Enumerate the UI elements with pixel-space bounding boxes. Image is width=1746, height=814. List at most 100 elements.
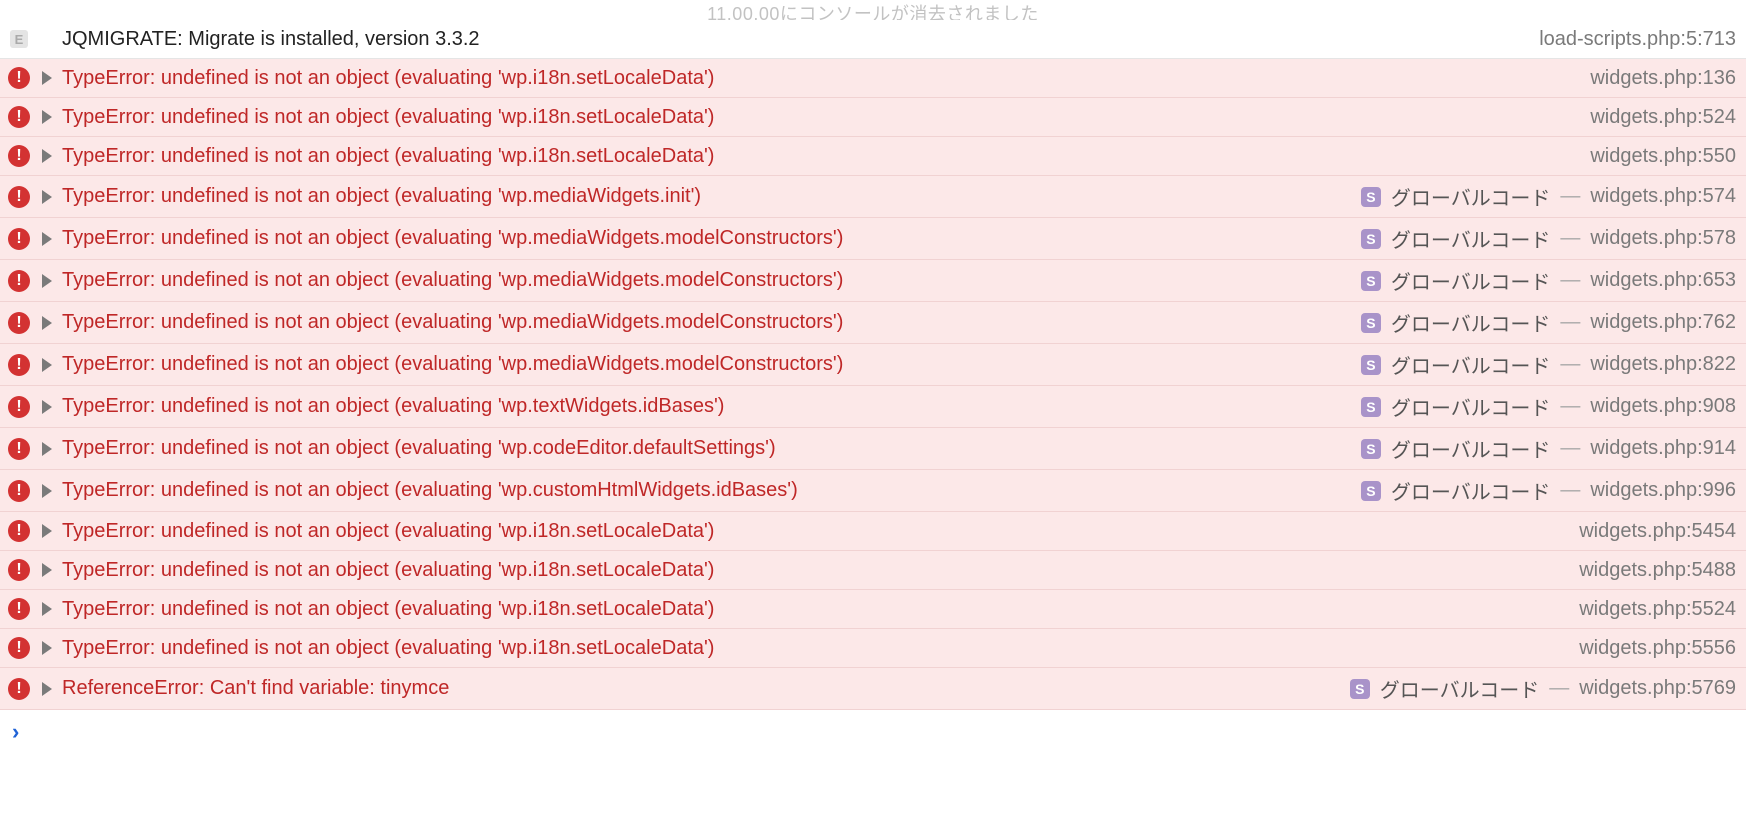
disclosure-wrap[interactable] bbox=[38, 400, 56, 414]
console-message: ReferenceError: Can't find variable: tin… bbox=[62, 677, 449, 700]
scope-label: グローバルコード bbox=[1391, 182, 1550, 211]
console-row[interactable]: !TypeError: undefined is not an object (… bbox=[0, 470, 1746, 512]
error-icon: ! bbox=[8, 598, 30, 620]
disclosure-wrap[interactable] bbox=[38, 110, 56, 124]
disclosure-wrap[interactable] bbox=[38, 71, 56, 85]
console-row[interactable]: !TypeError: undefined is not an object (… bbox=[0, 512, 1746, 551]
script-badge-icon: S bbox=[1350, 679, 1370, 699]
source-link[interactable]: widgets.php:5488 bbox=[1579, 559, 1736, 582]
console-row-left: ! TypeError: undefined is not an object (… bbox=[6, 353, 1349, 376]
source-link[interactable]: widgets.php:5769 bbox=[1579, 677, 1736, 700]
console-row[interactable]: !TypeError: undefined is not an object (… bbox=[0, 629, 1746, 668]
disclosure-wrap[interactable] bbox=[38, 232, 56, 246]
disclosure-triangle-icon[interactable] bbox=[42, 400, 52, 414]
source-link[interactable]: widgets.php:996 bbox=[1590, 479, 1736, 502]
console-row-left: !TypeError: undefined is not an object (… bbox=[6, 227, 1349, 250]
disclosure-wrap[interactable] bbox=[38, 358, 56, 372]
console-message: TypeError: undefined is not an object (e… bbox=[62, 353, 843, 376]
source-link[interactable]: widgets.php:524 bbox=[1590, 106, 1736, 129]
console-row[interactable]: !ReferenceError: Can't find variable: ti… bbox=[0, 668, 1746, 710]
console-row[interactable]: !TypeError: undefined is not an object (… bbox=[0, 260, 1746, 302]
disclosure-triangle-icon[interactable] bbox=[42, 232, 52, 246]
disclosure-triangle-icon[interactable] bbox=[42, 190, 52, 204]
source-link[interactable]: widgets.php:822 bbox=[1590, 353, 1736, 376]
console-prompt-row[interactable]: › bbox=[0, 710, 1746, 754]
disclosure-wrap[interactable] bbox=[38, 316, 56, 330]
console-message: TypeError: undefined is not an object (e… bbox=[62, 106, 714, 129]
chevron-right-icon: › bbox=[12, 719, 19, 745]
error-icon-wrap: ! bbox=[6, 312, 32, 334]
disclosure-triangle-icon[interactable] bbox=[42, 442, 52, 456]
disclosure-wrap[interactable] bbox=[38, 484, 56, 498]
console-row-left: !TypeError: undefined is not an object (… bbox=[6, 437, 1349, 460]
disclosure-triangle-icon[interactable] bbox=[42, 274, 52, 288]
console-row[interactable]: !TypeError: undefined is not an object (… bbox=[0, 428, 1746, 470]
console-row-left: ! TypeError: undefined is not an object (… bbox=[6, 311, 1349, 334]
disclosure-triangle-icon[interactable] bbox=[42, 682, 52, 696]
error-icon: ! bbox=[8, 354, 30, 376]
console-row[interactable]: !TypeError: undefined is not an object (… bbox=[0, 98, 1746, 137]
source-link[interactable]: widgets.php:574 bbox=[1590, 185, 1736, 208]
disclosure-wrap[interactable] bbox=[38, 602, 56, 616]
console-row-left: !TypeError: undefined is not an object (… bbox=[6, 67, 1578, 90]
source-link[interactable]: widgets.php:550 bbox=[1590, 145, 1736, 168]
disclosure-triangle-icon[interactable] bbox=[42, 316, 52, 330]
source-link[interactable]: widgets.php:5524 bbox=[1579, 598, 1736, 621]
script-badge-icon: S bbox=[1361, 481, 1381, 501]
disclosure-triangle-icon[interactable] bbox=[42, 602, 52, 616]
console-row-right: widgets.php:5454 bbox=[1579, 520, 1736, 543]
source-link[interactable]: widgets.php:762 bbox=[1590, 311, 1736, 334]
disclosure-triangle-icon[interactable] bbox=[42, 71, 52, 85]
console-row-right: widgets.php:524 bbox=[1590, 106, 1736, 129]
console-message: TypeError: undefined is not an object (e… bbox=[62, 437, 776, 460]
scope-label: グローバルコード bbox=[1391, 350, 1550, 379]
console-message: TypeError: undefined is not an object (e… bbox=[62, 311, 843, 334]
disclosure-triangle-icon[interactable] bbox=[42, 484, 52, 498]
source-link[interactable]: widgets.php:578 bbox=[1590, 227, 1736, 250]
source-link[interactable]: widgets.php:136 bbox=[1590, 67, 1736, 90]
disclosure-triangle-icon[interactable] bbox=[42, 563, 52, 577]
console-row[interactable]: !TypeError: undefined is not an object (… bbox=[0, 218, 1746, 260]
error-icon-wrap: ! bbox=[6, 186, 32, 208]
disclosure-triangle-icon[interactable] bbox=[42, 149, 52, 163]
scope-label: グローバルコード bbox=[1391, 392, 1550, 421]
console-row[interactable]: !TypeError: undefined is not an object (… bbox=[0, 551, 1746, 590]
disclosure-wrap[interactable] bbox=[38, 442, 56, 456]
console-row-left: !TypeError: undefined is not an object (… bbox=[6, 520, 1567, 543]
console-row[interactable]: ! TypeError: undefined is not an object (… bbox=[0, 302, 1746, 344]
source-link[interactable]: widgets.php:914 bbox=[1590, 437, 1736, 460]
source-link[interactable]: load-scripts.php:5:713 bbox=[1539, 28, 1736, 51]
disclosure-wrap[interactable] bbox=[38, 524, 56, 538]
disclosure-triangle-icon[interactable] bbox=[42, 110, 52, 124]
console-row[interactable]: !TypeError: undefined is not an object (… bbox=[0, 137, 1746, 176]
separator-dash: — bbox=[1560, 185, 1580, 208]
scope-label: グローバルコード bbox=[1391, 308, 1550, 337]
console-row[interactable]: ! TypeError: undefined is not an object (… bbox=[0, 344, 1746, 386]
script-badge-icon: S bbox=[1361, 355, 1381, 375]
source-link[interactable]: widgets.php:653 bbox=[1590, 269, 1736, 292]
console-row[interactable]: !TypeError: undefined is not an object (… bbox=[0, 386, 1746, 428]
disclosure-wrap[interactable] bbox=[38, 149, 56, 163]
disclosure-triangle-icon[interactable] bbox=[42, 641, 52, 655]
console-row[interactable]: !TypeError: undefined is not an object (… bbox=[0, 590, 1746, 629]
console-row-left: !TypeError: undefined is not an object (… bbox=[6, 185, 1349, 208]
disclosure-wrap[interactable] bbox=[38, 563, 56, 577]
disclosure-wrap[interactable] bbox=[38, 190, 56, 204]
disclosure-wrap[interactable] bbox=[38, 641, 56, 655]
console-row[interactable]: !TypeError: undefined is not an object (… bbox=[0, 176, 1746, 218]
console-row[interactable]: !TypeError: undefined is not an object (… bbox=[0, 59, 1746, 98]
disclosure-wrap[interactable] bbox=[38, 274, 56, 288]
console-row-right: widgets.php:5556 bbox=[1579, 637, 1736, 660]
console-row-right: Sグローバルコード—widgets.php:5769 bbox=[1350, 674, 1736, 703]
disclosure-wrap[interactable] bbox=[38, 682, 56, 696]
console-row-right: Sグローバルコード—widgets.php:653 bbox=[1361, 266, 1736, 295]
scope-label: グローバルコード bbox=[1391, 224, 1550, 253]
console-row-left: !TypeError: undefined is not an object (… bbox=[6, 479, 1349, 502]
console-row[interactable]: EJQMIGRATE: Migrate is installed, versio… bbox=[0, 20, 1746, 59]
source-link[interactable]: widgets.php:5454 bbox=[1579, 520, 1736, 543]
disclosure-triangle-icon[interactable] bbox=[42, 524, 52, 538]
source-link[interactable]: widgets.php:908 bbox=[1590, 395, 1736, 418]
script-badge-icon: S bbox=[1361, 313, 1381, 333]
disclosure-triangle-icon[interactable] bbox=[42, 358, 52, 372]
source-link[interactable]: widgets.php:5556 bbox=[1579, 637, 1736, 660]
